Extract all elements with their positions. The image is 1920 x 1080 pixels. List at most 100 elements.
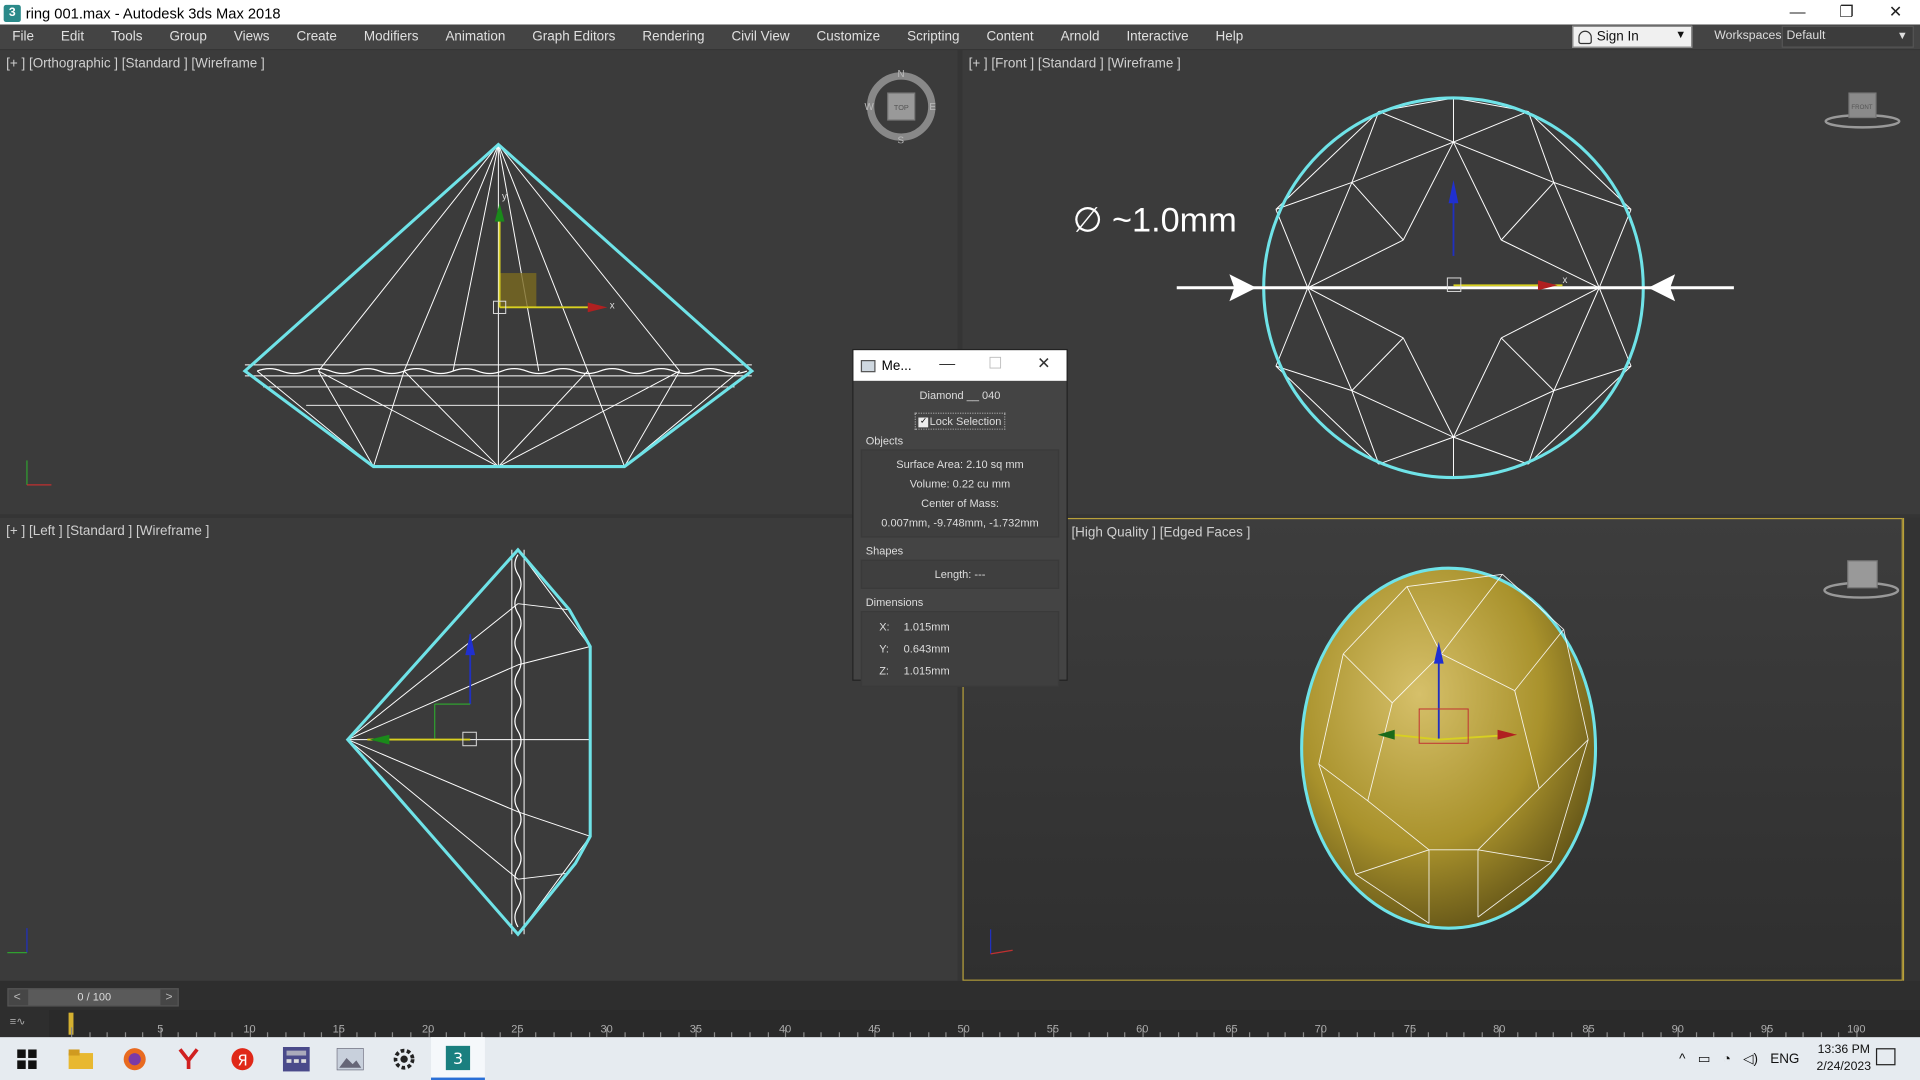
- settings-gear-icon[interactable]: [377, 1037, 431, 1080]
- lock-selection-checkbox[interactable]: ✓ Lock Selection: [914, 412, 1006, 430]
- timeline-tick-label: 35: [689, 1022, 703, 1035]
- window-controls: — ❐ ✕: [1773, 0, 1920, 26]
- center-of-mass-value: 0.007mm, -9.748mm, -1.732mm: [881, 516, 1039, 529]
- viewport-side-strip: [1902, 517, 1920, 981]
- menu-customize[interactable]: Customize: [803, 24, 894, 48]
- timeline-tick-label: 65: [1225, 1022, 1238, 1035]
- menu-edit[interactable]: Edit: [47, 24, 97, 48]
- yandex-icon[interactable]: [162, 1037, 216, 1080]
- timeline-tick-label: 45: [868, 1022, 881, 1035]
- menu-group[interactable]: Group: [156, 24, 220, 48]
- menu-views[interactable]: Views: [220, 24, 283, 48]
- svg-text:W: W: [864, 102, 874, 113]
- clock-date: 2/24/2023: [1816, 1059, 1872, 1074]
- firefox-icon[interactable]: [108, 1037, 162, 1080]
- volume-icon[interactable]: ◁): [1743, 1051, 1758, 1067]
- viewport-label[interactable]: [+ ] [Orthographic ] [Standard ] [Wirefr…: [6, 56, 265, 71]
- timeline-tick-label: 50: [957, 1022, 970, 1035]
- menu-civil-view[interactable]: Civil View: [718, 24, 803, 48]
- viewcube-compass[interactable]: TOP N S E W: [864, 70, 937, 143]
- curve-editor-icon[interactable]: ≡∿: [10, 1015, 26, 1028]
- menu-animation[interactable]: Animation: [432, 24, 519, 48]
- notification-icon[interactable]: [1875, 1048, 1896, 1066]
- sign-in-label: Sign In: [1596, 29, 1639, 45]
- viewport-orthographic[interactable]: [+ ] [Orthographic ] [Standard ] [Wirefr…: [0, 50, 958, 515]
- menu-rendering[interactable]: Rendering: [629, 24, 718, 48]
- menu-graph-editors[interactable]: Graph Editors: [519, 24, 629, 48]
- file-explorer-icon[interactable]: [54, 1037, 108, 1080]
- time-slider-thumb[interactable]: 0 / 100: [28, 989, 161, 1006]
- network-icon[interactable]: ◔: [1723, 1051, 1731, 1066]
- orthographic-wireframe: x y: [26, 142, 755, 486]
- timeline-tick-label: 90: [1671, 1022, 1684, 1035]
- svg-text:S: S: [898, 135, 905, 143]
- windows-start-icon[interactable]: [0, 1037, 54, 1080]
- chevron-up-icon[interactable]: ^: [1679, 1051, 1685, 1066]
- workspace-select[interactable]: Default ▼: [1781, 25, 1914, 48]
- timeline-tick-label: 70: [1314, 1022, 1327, 1035]
- surface-area: Surface Area: 2.10 sq mm: [896, 457, 1024, 471]
- dialog-maximize-button: ☐: [988, 353, 1003, 373]
- language-indicator[interactable]: ENG: [1770, 1051, 1799, 1066]
- close-button[interactable]: ✕: [1871, 0, 1920, 26]
- photos-app-icon[interactable]: [323, 1037, 377, 1080]
- volume: Volume: 0.22 cu mm: [909, 477, 1011, 490]
- timeline-tick-label: 100: [1847, 1022, 1866, 1035]
- viewcube[interactable]: [1818, 553, 1902, 608]
- menu-modifiers[interactable]: Modifiers: [350, 24, 432, 48]
- restore-button[interactable]: ❐: [1822, 0, 1871, 26]
- workspace-value: Default: [1786, 29, 1826, 43]
- left-wireframe: [7, 547, 592, 954]
- minimize-button[interactable]: —: [1773, 0, 1822, 26]
- dialog-title-bar[interactable]: Me... — ☐ ✕: [853, 350, 1067, 381]
- measure-dialog: Me... — ☐ ✕ Diamond __ 040 ✓ Lock Selecti…: [852, 348, 1068, 687]
- svg-text:x: x: [610, 301, 615, 312]
- viewport-label[interactable]: [+ ] [Front ] [Standard ] [Wireframe ]: [969, 56, 1181, 71]
- battery-icon[interactable]: ▭: [1698, 1051, 1711, 1067]
- center-of-mass-label: Center of Mass:: [921, 497, 999, 510]
- yandex-browser-icon[interactable]: Я: [216, 1037, 270, 1080]
- viewport-left[interactable]: [+ ] [Left ] [Standard ] [Wireframe ]: [0, 517, 958, 981]
- shapes-group: Length: ---: [860, 559, 1060, 589]
- menu-create[interactable]: Create: [283, 24, 350, 48]
- menu-content[interactable]: Content: [973, 24, 1047, 48]
- front-wireframe: x ∅ ~1.0mm: [1073, 96, 1734, 480]
- sign-in-button[interactable]: Sign In ▼: [1572, 25, 1693, 48]
- timeline: < 0 / 100 > ≡∿ 5 10 15 20 25 30 35 40 45 50 55 60 65…: [0, 980, 1920, 1038]
- clock[interactable]: 13:36 PM 2/24/2023: [1817, 1041, 1871, 1075]
- svg-text:3: 3: [453, 1048, 463, 1067]
- menu-help[interactable]: Help: [1202, 24, 1257, 48]
- diamond-shaded: [990, 566, 1598, 955]
- menu-scripting[interactable]: Scripting: [894, 24, 973, 48]
- timeline-track[interactable]: 5 10 15 20 25 30 35 40 45 50 55 60 65 70 75 80 85 90 95 100: [48, 1010, 1920, 1038]
- chevron-left-icon[interactable]: <: [9, 989, 26, 1005]
- svg-text:E: E: [929, 102, 936, 113]
- menu-file[interactable]: File: [0, 24, 47, 48]
- viewport-perspective[interactable]: [High Quality ] [Edged Faces ]: [962, 517, 1903, 981]
- workspaces-label: Workspaces:: [1714, 29, 1785, 43]
- time-slider[interactable]: < 0 / 100 >: [7, 988, 179, 1007]
- checkmark-icon: ✓: [918, 417, 929, 427]
- dialog-minimize-button[interactable]: —: [939, 354, 955, 372]
- dialog-close-button[interactable]: ✕: [1037, 354, 1050, 374]
- chevron-down-icon: ▼: [1675, 28, 1687, 41]
- dimensions-group-title: Dimensions: [865, 596, 924, 609]
- menu-arnold[interactable]: Arnold: [1047, 24, 1113, 48]
- diameter-annotation: ∅ ~1.0mm: [1073, 201, 1237, 239]
- 3dsmax-taskbar-icon[interactable]: 3: [431, 1037, 485, 1080]
- svg-text:Я: Я: [238, 1052, 248, 1069]
- viewport-label[interactable]: [High Quality ] [Edged Faces ]: [1071, 525, 1250, 540]
- viewcube[interactable]: FRONT: [1820, 87, 1906, 136]
- objects-group: Surface Area: 2.10 sq mm Volume: 0.22 cu…: [860, 449, 1060, 538]
- dimension-x: X: 1.015mm: [879, 620, 950, 634]
- timeline-tick-label: 10: [243, 1022, 256, 1035]
- menu-interactive[interactable]: Interactive: [1113, 24, 1202, 48]
- chevron-right-icon[interactable]: >: [160, 989, 177, 1005]
- viewport-label[interactable]: [+ ] [Left ] [Standard ] [Wireframe ]: [6, 524, 209, 539]
- viewport-front[interactable]: [+ ] [Front ] [Standard ] [Wireframe ] x…: [962, 50, 1920, 515]
- menu-tools[interactable]: Tools: [98, 24, 156, 48]
- svg-text:N: N: [898, 70, 905, 80]
- dialog-title: Me...: [881, 358, 912, 373]
- timeline-tick-label: 80: [1493, 1022, 1506, 1035]
- calculator-app-icon[interactable]: [269, 1037, 323, 1080]
